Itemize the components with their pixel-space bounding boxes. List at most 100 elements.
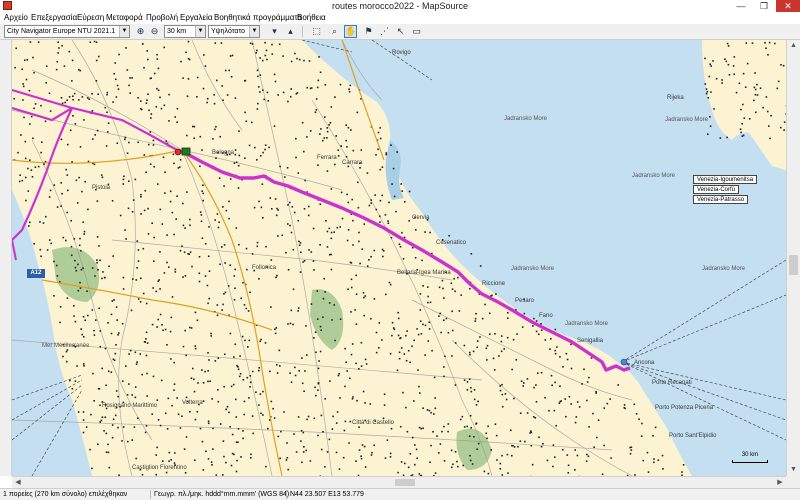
poi-dot <box>308 60 311 62</box>
ferry-route-label[interactable]: Venezia-Corfù <box>693 185 740 194</box>
poi-dot <box>225 461 227 464</box>
poi-dot <box>98 245 100 247</box>
poi-dot <box>319 133 321 135</box>
poi-dot <box>228 200 230 203</box>
poi-dot <box>318 56 320 58</box>
poi-dot <box>155 454 157 456</box>
menu-find[interactable]: Εύρεση <box>77 12 104 24</box>
ferry-route-label[interactable]: Venezia-Patrasso <box>693 195 749 204</box>
vertical-scrollbar[interactable]: ▲ ▼ <box>786 40 800 476</box>
poi-dot <box>387 220 389 222</box>
poi-dot <box>95 59 98 62</box>
route-start-flag[interactable] <box>181 147 191 156</box>
poi-dot <box>137 417 139 419</box>
poi-dot <box>256 49 258 52</box>
poi-dot <box>554 456 556 458</box>
menu-transfer[interactable]: Μεταφορά <box>106 12 143 24</box>
poi-dot <box>101 277 103 280</box>
zoom-level-select[interactable]: 30 km ▼ <box>164 25 206 38</box>
horizontal-scrollbar[interactable]: ◀ ▶ <box>12 476 786 488</box>
distance-tool-icon[interactable]: ▭ <box>410 25 423 38</box>
poi-dot <box>496 459 498 461</box>
poi-dot <box>389 452 392 455</box>
poi-dot <box>243 400 246 403</box>
detail-level-select[interactable]: Υψηλότατο ▼ <box>208 25 260 38</box>
route-tool-icon[interactable]: ⋰ <box>378 25 391 38</box>
poi-dot <box>159 208 162 211</box>
poi-dot <box>242 379 245 381</box>
poi-dot <box>315 351 317 354</box>
zoom-tool-icon[interactable]: ⌕ <box>328 25 341 38</box>
scroll-right-icon[interactable]: ▶ <box>774 477 786 488</box>
poi-dot <box>379 215 381 218</box>
poi-dot <box>249 291 251 294</box>
poi-dot <box>316 290 319 292</box>
hand-tool-icon[interactable]: ✋ <box>344 25 357 38</box>
poi-dot <box>60 138 63 141</box>
poi-dot <box>55 68 58 71</box>
scroll-up-icon[interactable]: ▲ <box>787 40 800 52</box>
poi-dot <box>363 445 366 448</box>
poi-dot <box>84 319 86 322</box>
poi-dot <box>209 380 211 382</box>
poi-dot <box>330 231 333 234</box>
send-to-device-icon[interactable]: ▴ <box>284 25 297 38</box>
poi-dot <box>59 321 61 324</box>
minimize-button[interactable]: — <box>730 0 752 12</box>
route-start-marker[interactable] <box>174 148 182 156</box>
restore-button[interactable]: ❐ <box>753 0 775 12</box>
horizontal-scroll-thumb[interactable] <box>395 479 415 486</box>
poi-dot <box>451 288 454 290</box>
zoom-out-icon[interactable]: ⊖ <box>148 25 161 38</box>
close-button[interactable]: ✕ <box>776 0 800 12</box>
poi-dot <box>247 346 249 348</box>
poi-dot <box>384 214 387 216</box>
poi-dot <box>308 249 310 251</box>
selection-tool-icon[interactable]: ⬚ <box>310 25 323 38</box>
menu-tools[interactable]: Εργαλεία <box>180 12 212 24</box>
poi-dot <box>601 473 604 476</box>
poi-dot <box>166 428 169 430</box>
menu-utilities[interactable]: Βοηθητικά προγράμματα <box>214 12 302 24</box>
poi-dot <box>319 203 322 205</box>
poi-dot <box>201 440 204 443</box>
poi-dot <box>153 72 156 75</box>
poi-dot <box>285 459 288 461</box>
poi-dot <box>284 176 286 178</box>
track-tool-icon[interactable]: ↖ <box>394 25 407 38</box>
zoom-in-icon[interactable]: ⊕ <box>134 25 147 38</box>
poi-dot <box>308 205 310 208</box>
poi-dot <box>148 109 150 112</box>
poi-dot <box>243 80 246 82</box>
poi-dot <box>287 468 289 471</box>
poi-dot <box>135 457 137 460</box>
poi-dot <box>399 425 402 428</box>
scroll-down-icon[interactable]: ▼ <box>787 464 800 476</box>
poi-dot <box>202 87 205 90</box>
menu-view[interactable]: Προβολή <box>146 12 178 24</box>
menu-edit[interactable]: Επεξεργασία <box>31 12 77 24</box>
poi-dot <box>529 432 531 434</box>
poi-dot <box>347 229 350 231</box>
poi-dot <box>137 141 139 144</box>
map-view[interactable]: Jadransko More Jadransko More Jadransko … <box>12 40 786 476</box>
poi-dot <box>516 333 518 335</box>
route-end-marker[interactable] <box>620 358 628 366</box>
waypoint-tool-icon[interactable]: ⚑ <box>362 25 375 38</box>
poi-dot <box>570 403 572 405</box>
poi-dot <box>75 269 78 272</box>
ferry-route-label[interactable]: Venezia-Igoumenitsa <box>693 175 758 184</box>
poi-dot <box>161 223 164 225</box>
map-product-select[interactable]: City Navigator Europe NTU 2021.1 ▼ <box>4 25 130 38</box>
menu-help[interactable]: Βοήθεια <box>297 12 326 24</box>
poi-dot <box>77 263 79 266</box>
poi-dot <box>320 329 322 331</box>
poi-dot <box>274 198 277 200</box>
menu-file[interactable]: Αρχείο <box>4 12 28 24</box>
poi-dot <box>375 351 378 354</box>
scroll-left-icon[interactable]: ◀ <box>12 477 24 488</box>
poi-dot <box>129 92 131 94</box>
poi-dot <box>204 275 207 277</box>
vertical-scroll-thumb[interactable] <box>789 255 798 275</box>
receive-from-device-icon[interactable]: ▾ <box>268 25 281 38</box>
